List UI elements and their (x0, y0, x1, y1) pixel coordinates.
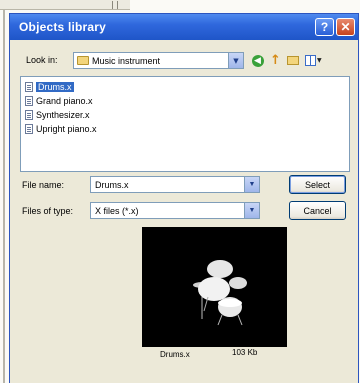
background-window-edge (3, 10, 5, 383)
file-icon (25, 110, 33, 120)
file-name-label: Drums.x (36, 82, 74, 92)
file-list[interactable]: Drums.x Grand piano.x Synthesizer.x Upri… (20, 76, 350, 172)
up-folder-icon[interactable]: ↑ (268, 53, 283, 68)
preview-panel (142, 227, 287, 347)
file-name-label: File name: (22, 180, 65, 190)
cancel-button[interactable]: Cancel (289, 201, 346, 220)
back-button[interactable]: ◀ (250, 53, 265, 68)
background-toolbar-strip (0, 0, 130, 10)
file-name-field[interactable]: Drums.x ▼ (90, 176, 260, 193)
file-icon (25, 96, 33, 106)
help-button[interactable]: ? (315, 18, 334, 36)
file-item-grand-piano[interactable]: Grand piano.x (25, 95, 93, 107)
drum-tom (207, 260, 233, 278)
files-of-type-dropdown[interactable]: X files (*.x) ▼ (90, 202, 260, 219)
preview-file-size: 103 Kb (232, 348, 258, 357)
chevron-down-icon[interactable]: ▼ (228, 53, 243, 68)
background-tick (112, 1, 113, 9)
close-button[interactable]: ✕ (336, 18, 355, 36)
drum-kit-preview-image (193, 260, 247, 326)
window-title: Objects library (19, 20, 107, 34)
new-folder-icon (286, 56, 299, 65)
file-item-upright-piano[interactable]: Upright piano.x (25, 123, 97, 135)
folder-icon (77, 56, 89, 65)
select-button[interactable]: Select (289, 175, 346, 194)
file-name-label: Grand piano.x (36, 96, 93, 106)
file-item-drums[interactable]: Drums.x (25, 81, 74, 93)
file-name-value: Drums.x (95, 179, 129, 190)
background-tick (117, 1, 118, 9)
drum-floor-tom (229, 277, 247, 289)
back-arrow-icon: ◀ (251, 54, 264, 67)
look-in-dropdown[interactable]: Music instrument ▼ (73, 52, 244, 69)
file-name-label: Synthesizer.x (36, 110, 90, 120)
look-in-label: Look in: (26, 55, 58, 65)
new-folder-button[interactable] (285, 53, 300, 68)
files-of-type-label: Files of type: (22, 206, 74, 216)
files-of-type-value: X files (*.x) (95, 205, 139, 216)
look-in-value: Music instrument (92, 55, 161, 66)
file-icon (25, 124, 33, 134)
views-menu-button[interactable] (303, 53, 318, 68)
title-bar[interactable]: Objects library ? ✕ (10, 14, 358, 40)
views-menu-icon (305, 55, 316, 66)
chevron-down-icon[interactable]: ▼ (244, 177, 259, 192)
file-item-synthesizer[interactable]: Synthesizer.x (25, 109, 90, 121)
preview-file-name: Drums.x (160, 350, 190, 359)
drum-bass (198, 277, 230, 301)
chevron-down-icon[interactable]: ▼ (244, 203, 259, 218)
file-icon (25, 82, 33, 92)
views-chevron-down-icon[interactable]: ▼ (317, 57, 322, 64)
file-name-label: Upright piano.x (36, 124, 97, 134)
